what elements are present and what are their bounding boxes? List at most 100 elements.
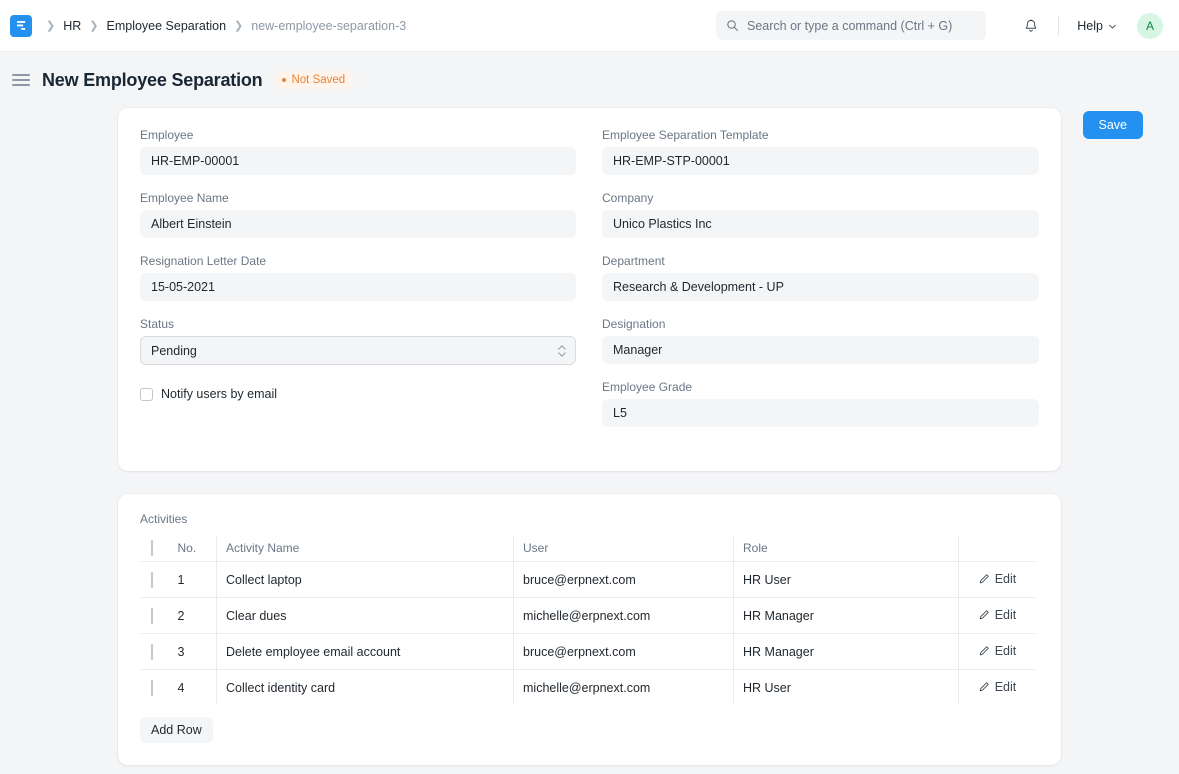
edit-row-label: Edit <box>995 680 1017 694</box>
page-content: Employee HR-EMP-00001 Employee Name Albe… <box>0 108 1179 765</box>
cell-no[interactable]: 4 <box>169 670 217 706</box>
cell-no[interactable]: 1 <box>169 562 217 598</box>
cell-user[interactable]: bruce@erpnext.com <box>514 562 734 598</box>
cell-no[interactable]: 3 <box>169 634 217 670</box>
column-header-activity-name[interactable]: Activity Name <box>217 535 514 562</box>
page-title: New Employee Separation <box>42 70 262 91</box>
breadcrumb-item-hr[interactable]: HR <box>63 19 81 33</box>
field-status-select[interactable]: Pending <box>140 336 576 365</box>
row-select-cell <box>141 598 169 634</box>
field-employee-name-input[interactable]: Albert Einstein <box>140 210 576 238</box>
field-company-input[interactable]: Unico Plastics Inc <box>602 210 1039 238</box>
field-employee-grade: Employee Grade L5 <box>602 380 1039 427</box>
field-employee-separation-template-input[interactable]: HR-EMP-STP-00001 <box>602 147 1039 175</box>
edit-row-label: Edit <box>995 644 1017 658</box>
help-menu[interactable]: Help <box>1071 15 1123 37</box>
form-column-right: Employee Separation Template HR-EMP-STP-… <box>602 128 1039 443</box>
breadcrumb: ❯ HR ❯ Employee Separation ❯ new-employe… <box>10 15 406 37</box>
cell-activity-name[interactable]: Clear dues <box>217 598 514 634</box>
cell-activity-name[interactable]: Delete employee email account <box>217 634 514 670</box>
cell-actions: Edit <box>959 634 1036 670</box>
cell-actions: Edit <box>959 598 1036 634</box>
field-designation: Designation Manager <box>602 317 1039 364</box>
search-placeholder: Search or type a command (Ctrl + G) <box>747 19 952 33</box>
row-checkbox[interactable] <box>151 572 153 588</box>
breadcrumb-chevron-icon: ❯ <box>46 19 55 32</box>
save-button[interactable]: Save <box>1083 111 1144 139</box>
navbar-divider <box>1058 16 1059 36</box>
cell-activity-name[interactable]: Collect laptop <box>217 562 514 598</box>
breadcrumb-chevron-icon: ❯ <box>234 19 243 32</box>
breadcrumb-chevron-icon: ❯ <box>89 19 98 32</box>
form-column-left: Employee HR-EMP-00001 Employee Name Albe… <box>140 128 576 443</box>
select-all-cell <box>141 535 169 562</box>
notifications-button[interactable] <box>1016 11 1046 41</box>
field-department-label: Department <box>602 254 1039 268</box>
edit-row-button[interactable]: Edit <box>968 572 1026 586</box>
field-status: Status Pending <box>140 317 576 365</box>
edit-row-button[interactable]: Edit <box>968 680 1026 694</box>
field-employee-name: Employee Name Albert Einstein <box>140 191 576 238</box>
column-header-user[interactable]: User <box>514 535 734 562</box>
edit-row-label: Edit <box>995 572 1017 586</box>
chevron-down-icon <box>1108 22 1117 31</box>
field-department-input[interactable]: Research & Development - UP <box>602 273 1039 301</box>
row-checkbox[interactable] <box>151 680 153 696</box>
avatar[interactable]: A <box>1137 13 1163 39</box>
column-header-no[interactable]: No. <box>169 535 217 562</box>
activities-section-label: Activities <box>140 512 1039 526</box>
cell-user[interactable]: michelle@erpnext.com <box>514 670 734 706</box>
cell-user[interactable]: michelle@erpnext.com <box>514 598 734 634</box>
field-resignation-letter-date-input[interactable]: 15-05-2021 <box>140 273 576 301</box>
navbar-actions: Help A <box>1016 0 1163 52</box>
field-employee-separation-template-label: Employee Separation Template <box>602 128 1039 142</box>
status-dot-icon <box>282 78 286 82</box>
table-row[interactable]: 3 Delete employee email account bruce@er… <box>141 634 1036 670</box>
cell-user[interactable]: bruce@erpnext.com <box>514 634 734 670</box>
row-checkbox[interactable] <box>151 608 153 624</box>
cell-no[interactable]: 2 <box>169 598 217 634</box>
pencil-icon <box>978 573 990 585</box>
field-department: Department Research & Development - UP <box>602 254 1039 301</box>
edit-row-button[interactable]: Edit <box>968 608 1026 622</box>
pencil-icon <box>978 609 990 621</box>
table-row[interactable]: 2 Clear dues michelle@erpnext.com HR Man… <box>141 598 1036 634</box>
avatar-initial: A <box>1146 19 1154 33</box>
field-employee-label: Employee <box>140 128 576 142</box>
cell-activity-name[interactable]: Collect identity card <box>217 670 514 706</box>
help-label: Help <box>1077 19 1103 33</box>
page-header: New Employee Separation Not Saved Save <box>0 52 1179 108</box>
table-row[interactable]: 1 Collect laptop bruce@erpnext.com HR Us… <box>141 562 1036 598</box>
breadcrumb-item-employee-separation[interactable]: Employee Separation <box>107 19 227 33</box>
field-notify-users-by-email[interactable]: Notify users by email <box>140 387 576 401</box>
search-input[interactable]: Search or type a command (Ctrl + G) <box>716 11 986 40</box>
select-all-checkbox[interactable] <box>151 540 153 556</box>
row-select-cell <box>141 562 169 598</box>
field-employee-separation-template: Employee Separation Template HR-EMP-STP-… <box>602 128 1039 175</box>
field-designation-input[interactable]: Manager <box>602 336 1039 364</box>
activities-card: Activities No. Activity Name User Role <box>118 494 1061 765</box>
notify-users-checkbox[interactable] <box>140 388 153 401</box>
breadcrumb-item-current[interactable]: new-employee-separation-3 <box>251 19 406 33</box>
cell-actions: Edit <box>959 562 1036 598</box>
hamburger-icon[interactable] <box>12 69 34 91</box>
cell-role[interactable]: HR User <box>734 562 959 598</box>
add-row-button[interactable]: Add Row <box>140 717 213 743</box>
row-checkbox[interactable] <box>151 644 153 660</box>
field-employee: Employee HR-EMP-00001 <box>140 128 576 175</box>
status-badge: Not Saved <box>274 71 354 89</box>
global-search[interactable]: Search or type a command (Ctrl + G) <box>716 11 986 40</box>
field-designation-label: Designation <box>602 317 1039 331</box>
field-employee-grade-input[interactable]: L5 <box>602 399 1039 427</box>
cell-role[interactable]: HR User <box>734 670 959 706</box>
cell-role[interactable]: HR Manager <box>734 598 959 634</box>
edit-row-button[interactable]: Edit <box>968 644 1026 658</box>
field-employee-grade-label: Employee Grade <box>602 380 1039 394</box>
field-employee-input[interactable]: HR-EMP-00001 <box>140 147 576 175</box>
row-select-cell <box>141 634 169 670</box>
table-row[interactable]: 4 Collect identity card michelle@erpnext… <box>141 670 1036 706</box>
cell-role[interactable]: HR Manager <box>734 634 959 670</box>
column-header-role[interactable]: Role <box>734 535 959 562</box>
row-select-cell <box>141 670 169 706</box>
erpnext-logo-icon[interactable] <box>10 15 32 37</box>
